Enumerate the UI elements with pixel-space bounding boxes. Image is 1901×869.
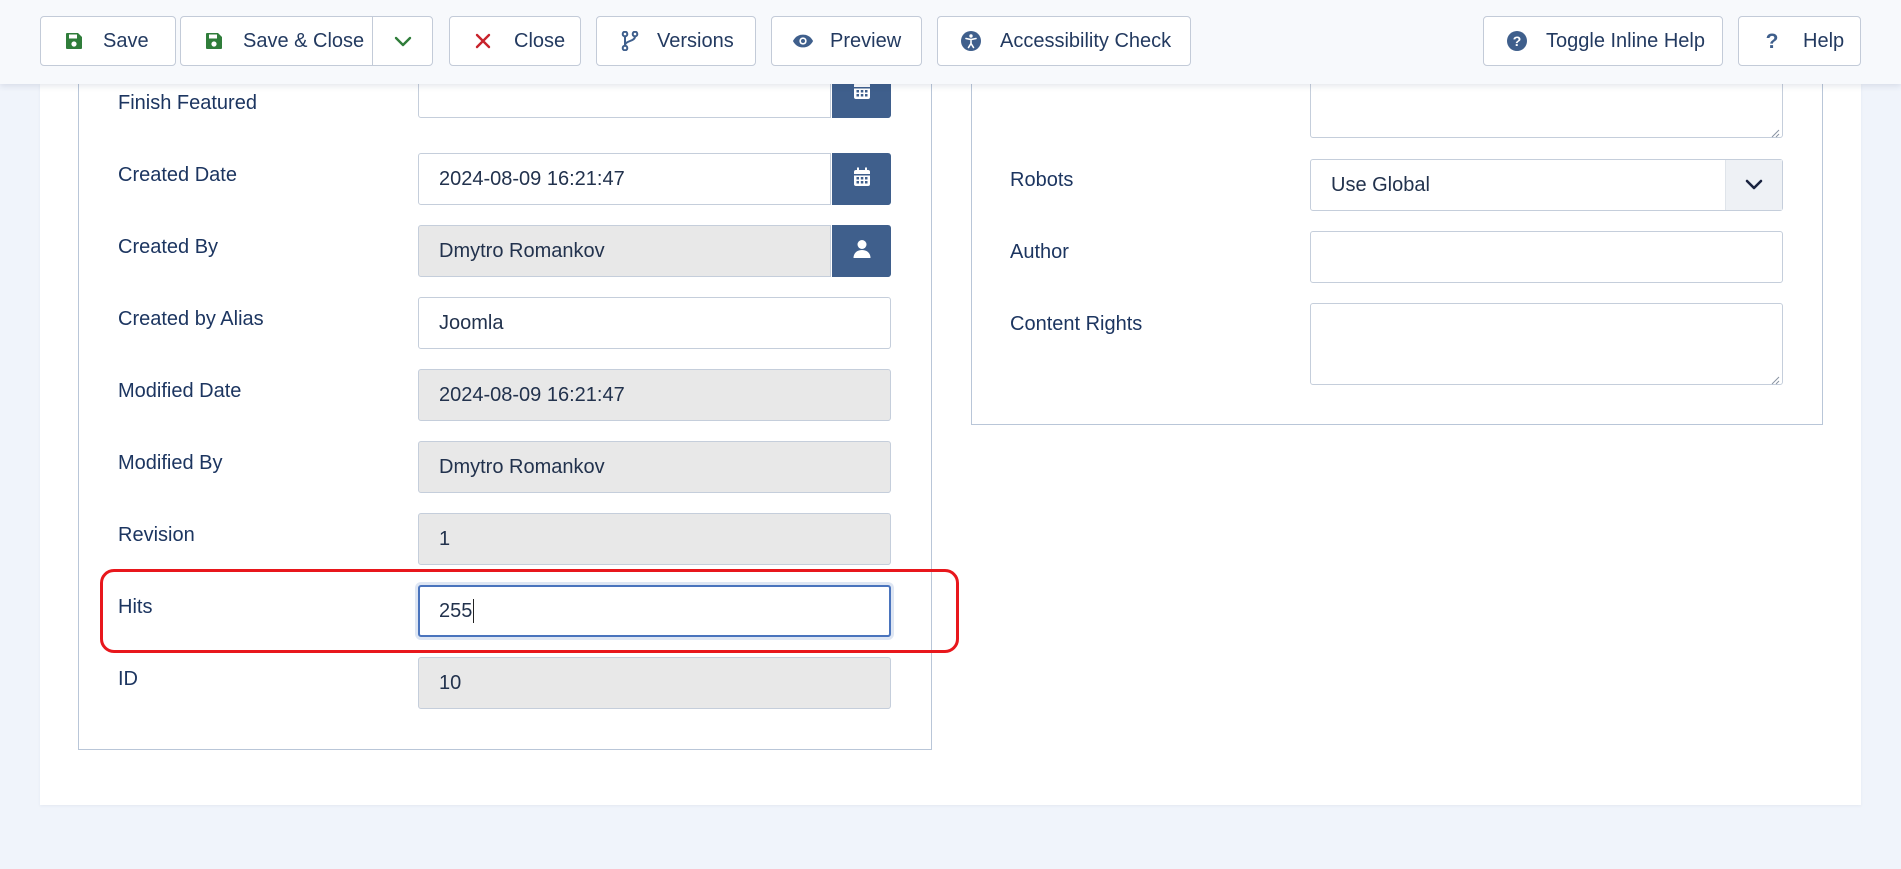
toolbar: Save Save & Close Close Versions Preview bbox=[0, 0, 1901, 84]
created-by-alias-input[interactable]: Joomla bbox=[418, 297, 891, 349]
revision-label: Revision bbox=[118, 524, 195, 546]
accessibility-check-label: Accessibility Check bbox=[1000, 29, 1172, 52]
close-label: Close bbox=[514, 29, 566, 52]
id-input: 10 bbox=[418, 657, 891, 709]
created-date-input[interactable]: 2024-08-09 16:21:47 bbox=[418, 153, 831, 205]
hits-value: 255 bbox=[439, 599, 473, 622]
versions-label: Versions bbox=[657, 29, 734, 52]
code-branch-icon bbox=[619, 30, 641, 52]
save-label: Save bbox=[103, 29, 149, 52]
id-label: ID bbox=[118, 668, 138, 690]
toggle-inline-help-button[interactable]: ? Toggle Inline Help bbox=[1483, 16, 1723, 66]
content-rights-label: Content Rights bbox=[1010, 313, 1143, 335]
floppy-disk-icon bbox=[203, 30, 225, 52]
save-close-split-button: Save & Close bbox=[180, 16, 433, 66]
modified-date-label: Modified Date bbox=[118, 380, 242, 402]
resize-grip-icon[interactable] bbox=[1770, 125, 1780, 138]
created-by-label: Created By bbox=[118, 236, 219, 258]
hits-label: Hits bbox=[118, 596, 153, 618]
hits-input[interactable]: 255 bbox=[418, 585, 891, 637]
help-label: Help bbox=[1803, 29, 1845, 52]
content-rights-textarea[interactable] bbox=[1310, 303, 1783, 385]
created-date-calendar-button[interactable] bbox=[832, 153, 891, 205]
modified-date-input: 2024-08-09 16:21:47 bbox=[418, 369, 891, 421]
close-icon bbox=[472, 30, 494, 52]
accessibility-check-button[interactable]: Accessibility Check bbox=[937, 16, 1191, 66]
save-button[interactable]: Save bbox=[40, 16, 176, 66]
robots-select[interactable]: Use Global bbox=[1310, 159, 1783, 211]
chevron-down-icon[interactable] bbox=[392, 30, 414, 52]
user-icon bbox=[853, 239, 871, 264]
created-date-label: Created Date bbox=[118, 164, 237, 186]
revision-input: 1 bbox=[418, 513, 891, 565]
modified-by-label: Modified By bbox=[118, 452, 223, 474]
robots-label: Robots bbox=[1010, 169, 1074, 191]
versions-button[interactable]: Versions bbox=[596, 16, 756, 66]
text-caret bbox=[473, 599, 475, 623]
question-icon: ? bbox=[1761, 30, 1783, 52]
question-circle-icon: ? bbox=[1506, 30, 1528, 52]
modified-by-input: Dmytro Romankov bbox=[418, 441, 891, 493]
select-user-button[interactable] bbox=[832, 225, 891, 277]
svg-text:?: ? bbox=[1766, 31, 1779, 51]
preview-button[interactable]: Preview bbox=[771, 16, 922, 66]
main-card: Finish Featured Created Date 2024-08-09 … bbox=[40, 64, 1861, 805]
finish-featured-label: Finish Featured bbox=[118, 92, 257, 114]
created-by-alias-label: Created by Alias bbox=[118, 308, 264, 330]
split-divider bbox=[372, 17, 373, 65]
floppy-disk-icon bbox=[63, 30, 85, 52]
chevron-down-icon bbox=[1725, 160, 1782, 210]
created-by-input: Dmytro Romankov bbox=[418, 225, 831, 277]
accessibility-icon bbox=[960, 30, 982, 52]
author-input[interactable] bbox=[1310, 231, 1783, 283]
close-button[interactable]: Close bbox=[449, 16, 581, 66]
toggle-inline-help-label: Toggle Inline Help bbox=[1546, 29, 1705, 52]
preview-label: Preview bbox=[830, 29, 902, 52]
help-button[interactable]: ? Help bbox=[1738, 16, 1861, 66]
save-close-button[interactable]: Save & Close bbox=[243, 30, 364, 53]
svg-text:?: ? bbox=[1513, 33, 1522, 49]
robots-selected-value: Use Global bbox=[1331, 173, 1430, 196]
resize-grip-icon[interactable] bbox=[1770, 372, 1780, 385]
calendar-icon bbox=[853, 167, 871, 192]
author-label: Author bbox=[1010, 241, 1069, 263]
eye-icon bbox=[792, 30, 814, 52]
